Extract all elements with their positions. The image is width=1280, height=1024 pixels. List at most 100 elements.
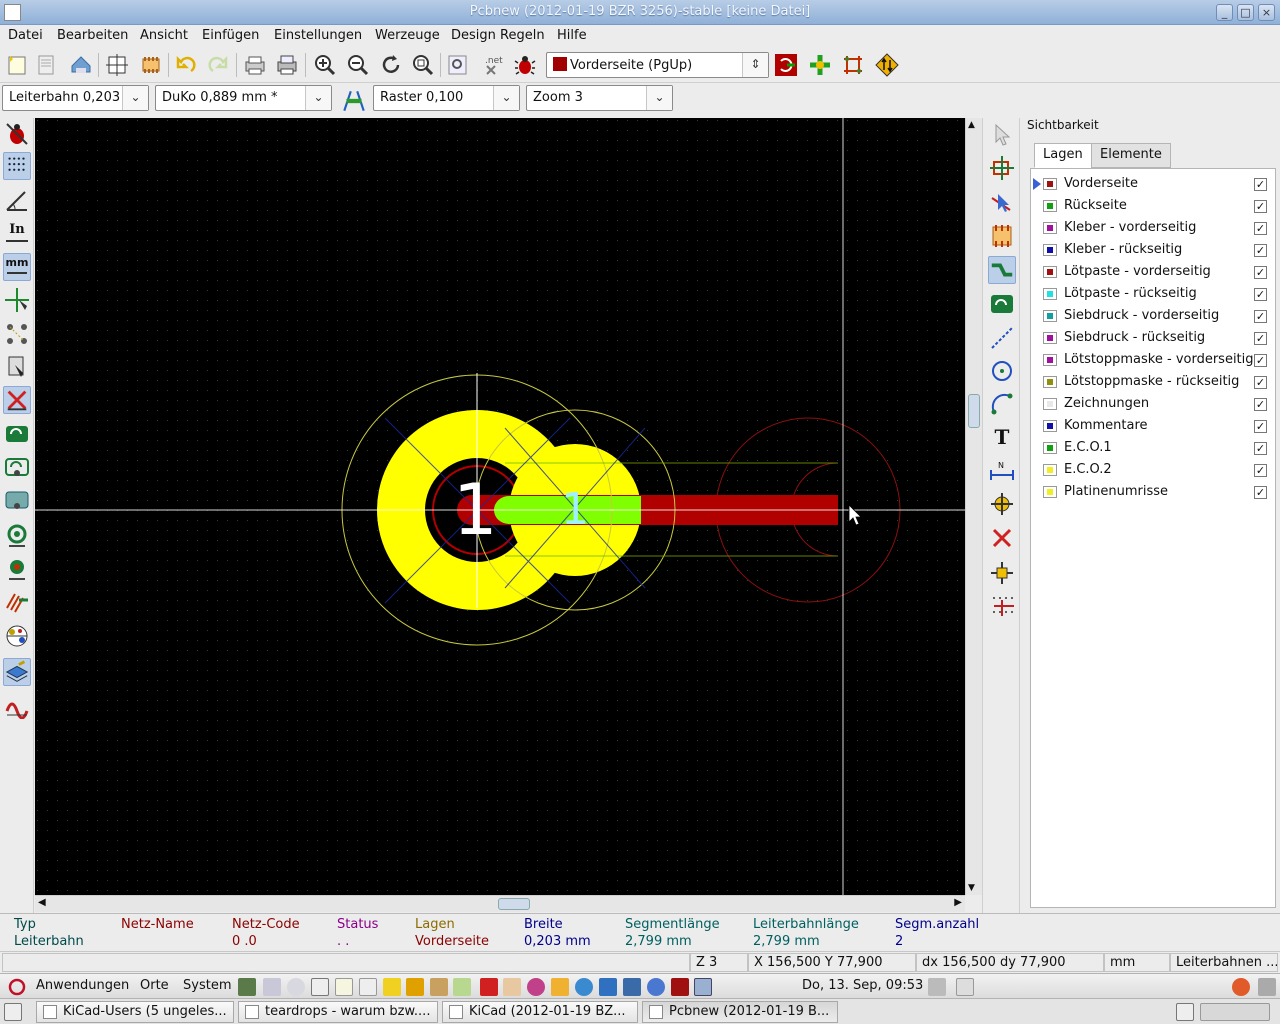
pointer-icon[interactable] — [694, 978, 712, 996]
menu-bearbeiten[interactable]: Bearbeiten — [57, 28, 128, 43]
tools-icon[interactable] — [406, 978, 424, 996]
mail-icon[interactable] — [287, 978, 305, 996]
grid-select[interactable]: Raster 0,100 ⌄ — [373, 85, 520, 111]
scroll-left-icon[interactable]: ◀ — [38, 897, 46, 908]
layer-color-swatch[interactable] — [1043, 266, 1057, 278]
layer-visible-checkbox[interactable]: ✓ — [1254, 200, 1267, 213]
layer-color-swatch[interactable] — [1043, 178, 1057, 190]
layer-visible-checkbox[interactable]: ✓ — [1254, 420, 1267, 433]
pad-sketch-icon[interactable] — [3, 522, 31, 550]
add-module-icon[interactable] — [988, 154, 1016, 182]
layer-row[interactable]: E.C.O.2 ✓ — [1031, 459, 1275, 481]
menu-design-regeln[interactable]: Design Regeln — [451, 28, 545, 43]
zoom-in-icon[interactable] — [312, 52, 338, 78]
menu-einstellungen[interactable]: Einstellungen — [274, 28, 362, 43]
layer-name[interactable]: Kommentare — [1064, 418, 1148, 433]
workspace-switcher[interactable] — [1200, 1003, 1270, 1021]
browser-icon[interactable] — [575, 978, 593, 996]
via-sketch-icon[interactable] — [3, 555, 31, 583]
taskbar-item[interactable]: KiCad (2012-01-19 BZ... — [442, 1001, 638, 1023]
set-origin-icon[interactable] — [988, 559, 1016, 587]
board-icon[interactable] — [453, 978, 471, 996]
layer-color-swatch[interactable] — [1043, 244, 1057, 256]
layer-row[interactable]: Rückseite ✓ — [1031, 195, 1275, 217]
layer-row[interactable]: Lötpaste - rückseitig ✓ — [1031, 283, 1275, 305]
layer-row[interactable]: Siebdruck - rückseitig ✓ — [1031, 327, 1275, 349]
layer-visible-checkbox[interactable]: ✓ — [1254, 222, 1267, 235]
horizontal-scrollbar[interactable]: ◀ ▶ — [35, 895, 965, 912]
text-editor-icon[interactable] — [335, 978, 353, 996]
new-board-icon[interactable] — [4, 52, 30, 78]
distro-logo-icon[interactable] — [8, 978, 26, 996]
via-size-select[interactable]: DuKo 0,889 mm * ⌄ — [155, 85, 332, 111]
layer-row[interactable]: Lötstoppmaske - rückseitig ✓ — [1031, 371, 1275, 393]
lock-icon[interactable] — [551, 978, 569, 996]
taskbar-item[interactable]: Pcbnew (2012-01-19 B... — [642, 1001, 838, 1023]
layer-visible-checkbox[interactable]: ✓ — [1254, 244, 1267, 257]
layer-color-swatch[interactable] — [1043, 332, 1057, 344]
chat-icon[interactable] — [527, 978, 545, 996]
layer-row[interactable]: Lötstoppmaske - vorderseitig ✓ — [1031, 349, 1275, 371]
horizontal-scroll-thumb[interactable] — [498, 898, 530, 910]
notes-applet-icon[interactable] — [956, 978, 974, 996]
layer-name[interactable]: Rückseite — [1064, 198, 1127, 213]
add-track-icon[interactable] — [988, 256, 1016, 284]
menu-datei[interactable]: Datei — [8, 28, 43, 43]
menu-anwendungen[interactable]: Anwendungen — [36, 978, 129, 993]
net-highlight-icon[interactable] — [988, 188, 1016, 216]
layer-name[interactable]: Vorderseite — [1064, 176, 1138, 191]
menu-hilfe[interactable]: Hilfe — [557, 28, 587, 43]
layer-name[interactable]: E.C.O.1 — [1064, 440, 1112, 455]
layer-color-swatch[interactable] — [1043, 420, 1057, 432]
minimize-button[interactable]: _ — [1216, 4, 1233, 21]
track-sketch-icon[interactable] — [3, 588, 31, 616]
layer-name[interactable]: Siebdruck - rückseitig — [1064, 330, 1205, 345]
cursor-shape-icon[interactable] — [3, 286, 31, 314]
save-icon[interactable] — [68, 52, 94, 78]
grid-icon[interactable] — [3, 152, 31, 180]
autodelete-track-icon[interactable] — [3, 386, 31, 414]
zone-outline-icon[interactable] — [3, 453, 31, 481]
layer-name[interactable]: Kleber - rückseitig — [1064, 242, 1182, 257]
add-target-icon[interactable] — [988, 490, 1016, 518]
print-icon[interactable] — [242, 52, 268, 78]
plot-icon[interactable] — [274, 52, 300, 78]
layer-name[interactable]: Lötstoppmaske - vorderseitig — [1064, 352, 1254, 367]
layer-name[interactable]: Lötpaste - rückseitig — [1064, 286, 1197, 301]
layer-row[interactable]: Zeichnungen ✓ — [1031, 393, 1275, 415]
layer-visible-checkbox[interactable]: ✓ — [1254, 310, 1267, 323]
menu-system[interactable]: System — [183, 978, 231, 993]
layer-color-swatch[interactable] — [1043, 376, 1057, 388]
menu-ansicht[interactable]: Ansicht — [140, 28, 188, 43]
ratsnest-icon[interactable] — [807, 52, 833, 78]
ratsnest-general-icon[interactable] — [3, 320, 31, 348]
scroll-down-icon[interactable]: ▼ — [968, 883, 975, 893]
layer-color-swatch[interactable] — [1043, 310, 1057, 322]
microwave-tools-icon[interactable] — [3, 691, 31, 719]
terminal-icon[interactable] — [311, 978, 329, 996]
layer-color-swatch[interactable] — [1043, 288, 1057, 300]
layer-visible-checkbox[interactable]: ✓ — [1254, 376, 1267, 389]
menu-orte[interactable]: Orte — [140, 978, 169, 993]
layer-visible-checkbox[interactable]: ✓ — [1254, 178, 1267, 191]
calculator-icon[interactable] — [238, 978, 256, 996]
layer-color-swatch[interactable] — [1043, 398, 1057, 410]
polar-coord-icon[interactable] — [3, 186, 31, 214]
drc-off-icon[interactable] — [3, 120, 31, 148]
layer-row[interactable]: Vorderseite ✓ — [1031, 173, 1275, 195]
layer-visible-checkbox[interactable]: ✓ — [1254, 266, 1267, 279]
ratsnest-module-icon[interactable] — [3, 353, 31, 381]
layer-visible-checkbox[interactable]: ✓ — [1254, 486, 1267, 499]
delete-icon[interactable] — [988, 524, 1016, 552]
add-line-icon[interactable] — [988, 324, 1016, 352]
pcb-drawing[interactable]: 1 1 — [35, 118, 965, 895]
unit-mm-button[interactable]: mm — [3, 253, 31, 281]
clock[interactable]: Do, 13. Sep, 09:53 — [802, 978, 923, 993]
track-width-select[interactable]: Leiterbahn 0,203 ⌄ — [2, 85, 149, 111]
add-arc-icon[interactable] — [988, 390, 1016, 418]
screenshot-icon[interactable] — [671, 978, 689, 996]
layer-color-swatch[interactable] — [1043, 354, 1057, 366]
layer-name[interactable]: Platinenumrisse — [1064, 484, 1168, 499]
layer-visible-checkbox[interactable]: ✓ — [1254, 332, 1267, 345]
redo-icon[interactable] — [206, 52, 232, 78]
